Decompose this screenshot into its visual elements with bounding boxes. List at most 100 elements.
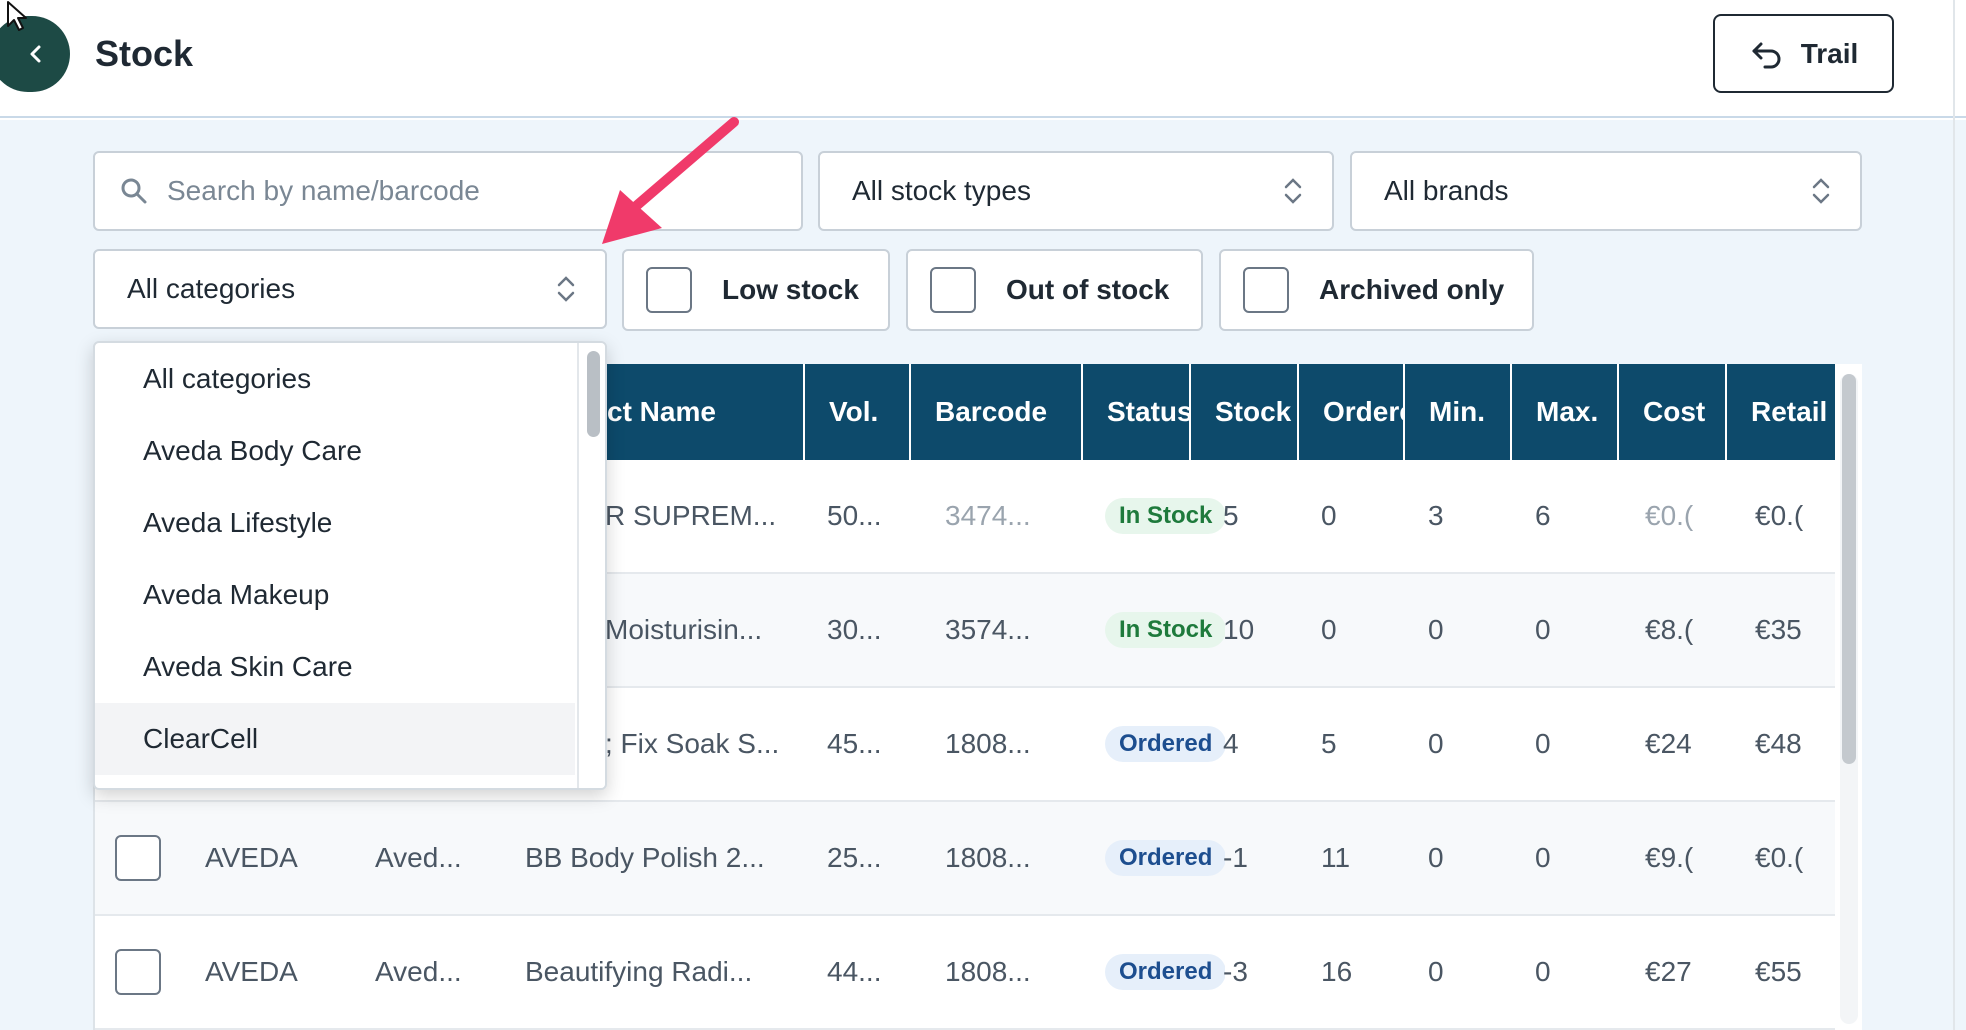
column-header-min[interactable]: Min. [1403,364,1510,460]
status-badge: In Stock [1105,612,1225,648]
stock-cell: 4 [1223,728,1239,759]
product-name-cell[interactable]: ; Fix Soak S... [605,688,795,800]
barcode-cell: 3474... [945,500,1031,531]
column-header-cost[interactable]: Cost [1617,364,1725,460]
out-of-stock-toggle[interactable]: Out of stock [906,249,1203,331]
status-cell: In Stock [1105,460,1225,572]
chevron-left-icon [30,45,41,63]
min-cell: 0 [1428,614,1444,645]
status-badge: Ordered [1105,954,1225,990]
retail-cell: €55 [1755,956,1802,987]
barcode-cell: 1808... [945,956,1031,987]
brand-select[interactable]: All brands [1350,151,1862,231]
cost-cell: €27 [1645,956,1692,987]
row-checkbox[interactable] [115,835,161,881]
status-badge: In Stock [1105,498,1225,534]
search-input[interactable] [167,175,767,207]
cost-cell: €0.( [1645,500,1694,531]
stock-type-value: All stock types [852,175,1031,206]
barcode-cell: 1808... [945,842,1031,873]
status-cell: Ordered [1105,802,1225,914]
column-header-max[interactable]: Max. [1510,364,1617,460]
dropdown-option[interactable]: All categories [95,343,575,415]
product-name-cell[interactable]: BB Body Polish 2... [525,802,795,914]
category-value: All categories [127,273,296,304]
ordered-cell: 0 [1321,614,1337,645]
ordered-cell: 0 [1321,500,1337,531]
row-checkbox[interactable] [115,949,161,995]
status-cell: Ordered [1105,916,1225,1028]
product-name-cell[interactable]: Moisturisin... [605,574,795,686]
stock-cell: -3 [1223,956,1248,987]
dropdown-scrollbar[interactable] [577,343,605,788]
stock-type-select[interactable]: All stock types [818,151,1334,231]
cost-cell: €24 [1645,728,1692,759]
barcode-cell: 3574... [945,614,1031,645]
min-cell: 0 [1428,956,1444,987]
brand-cell: AVEDA [205,956,298,987]
archived-only-checkbox[interactable] [1243,267,1289,313]
product-name-cell[interactable]: R SUPREM... [605,460,795,572]
search-field[interactable] [93,151,803,231]
table-row[interactable]: AVEDA Aved... Beautifying Radi... 44... … [95,916,1835,1030]
category-dropdown-menu: All categories Aveda Body Care Aveda Lif… [93,341,607,790]
column-header-status[interactable]: Status [1081,364,1189,460]
ordered-cell: 5 [1321,728,1337,759]
max-cell: 0 [1535,728,1551,759]
max-cell: 0 [1535,956,1551,987]
undo-arrow-icon [1752,42,1781,68]
status-badge: Ordered [1105,726,1225,762]
column-header-ordered[interactable]: Ordere [1297,364,1403,460]
min-cell: 3 [1428,500,1444,531]
dropdown-option[interactable]: Aveda Skin Care [95,631,575,703]
ordered-cell: 16 [1321,956,1353,987]
volume-cell: 50... [827,500,882,531]
stock-cell: -1 [1223,842,1248,873]
min-cell: 0 [1428,842,1444,873]
brand-value: All brands [1384,175,1509,206]
cost-cell: €9.( [1645,842,1694,873]
max-cell: 6 [1535,500,1551,531]
status-cell: In Stock [1105,574,1225,686]
window-edge [1953,0,1955,1030]
archived-only-toggle[interactable]: Archived only [1219,249,1534,331]
cost-cell: €8.( [1645,614,1694,645]
column-header-name[interactable]: ct Name [607,364,797,460]
column-header-retail[interactable]: Retail [1725,364,1835,460]
max-cell: 0 [1535,842,1551,873]
archived-only-label: Archived only [1319,274,1505,305]
dropdown-option[interactable]: Aveda Body Care [95,415,575,487]
page-title: Stock [95,33,194,74]
column-header-vol[interactable]: Vol. [803,364,909,460]
table-scrollbar-thumb[interactable] [1842,374,1856,764]
low-stock-toggle[interactable]: Low stock [622,249,890,331]
dropdown-scrollbar-thumb[interactable] [587,351,600,437]
low-stock-label: Low stock [722,274,859,305]
out-of-stock-label: Out of stock [1006,274,1170,305]
table-row[interactable]: AVEDA Aved... BB Body Polish 2... 25... … [95,802,1835,916]
volume-cell: 30... [827,614,882,645]
dropdown-option[interactable]: Aveda Makeup [95,559,575,631]
table-scrollbar[interactable] [1840,374,1858,1024]
trail-label: Trail [1800,37,1859,69]
product-name-cell[interactable]: Beautifying Radi... [525,916,795,1028]
trail-button[interactable]: Trail [1713,14,1894,93]
status-badge: Ordered [1105,840,1225,876]
ordered-cell: 11 [1321,842,1351,873]
dropdown-option[interactable]: Aveda Lifestyle [95,487,575,559]
category-select[interactable]: All categories [93,249,607,329]
low-stock-checkbox[interactable] [646,267,692,313]
out-of-stock-checkbox[interactable] [930,267,976,313]
max-cell: 0 [1535,614,1551,645]
column-header-barcode[interactable]: Barcode [909,364,1081,460]
back-button[interactable] [0,16,70,92]
dropdown-option-highlighted[interactable]: ClearCell [95,703,575,775]
stock-page: Stock Trail All stock types All brands A… [0,0,1966,1030]
category-cell: Aved... [375,956,462,987]
volume-cell: 44... [827,956,882,987]
column-header-stock[interactable]: Stock [1189,364,1297,460]
retail-cell: €35 [1755,614,1802,645]
min-cell: 0 [1428,728,1444,759]
top-bar: Stock Trail [0,0,1966,118]
status-cell: Ordered [1105,688,1225,800]
